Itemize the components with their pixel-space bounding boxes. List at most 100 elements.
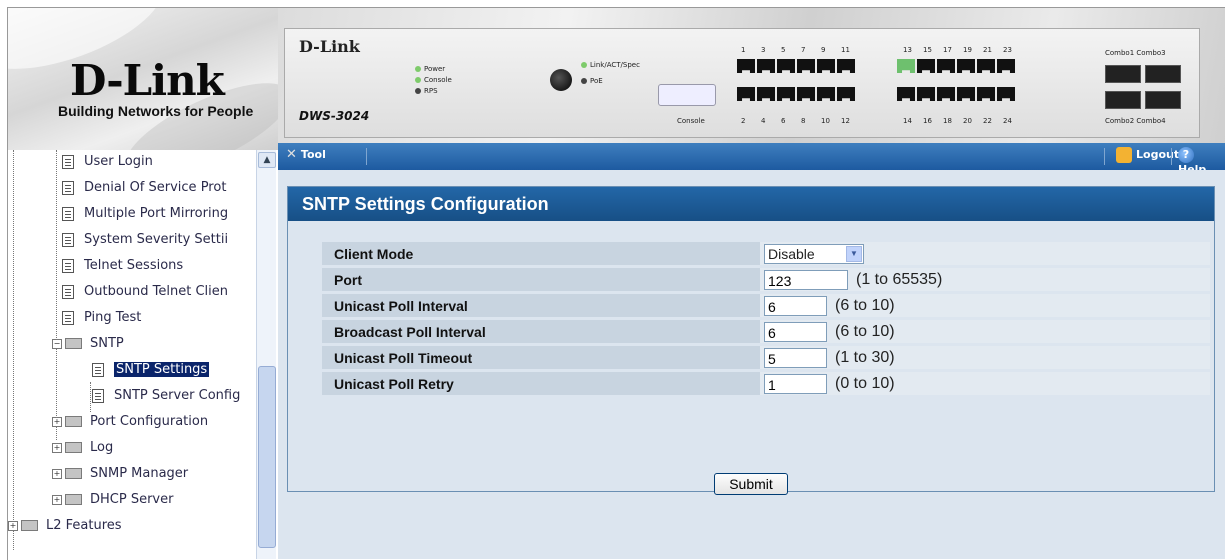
nav-item-label: System Severity Settii xyxy=(84,232,229,247)
port-number: 17 xyxy=(943,46,952,54)
unicast-poll-retry-row: Unicast Poll Retry 1 (0 to 10) xyxy=(322,372,1210,395)
unicast-poll-interval-label: Unicast Poll Interval xyxy=(322,294,760,317)
unicast-poll-interval-range: (6 to 10) xyxy=(835,296,895,314)
port-number: 23 xyxy=(1003,46,1012,54)
port-number: 5 xyxy=(781,46,786,54)
port-input[interactable]: 123 xyxy=(764,269,848,290)
client-mode-value: Disable xyxy=(768,245,815,262)
port-number: 20 xyxy=(963,117,972,125)
folder-icon xyxy=(65,416,82,427)
client-mode-label: Client Mode xyxy=(322,242,760,265)
nav-item-label: DHCP Server xyxy=(90,492,174,507)
logout-button[interactable]: Logout xyxy=(1116,147,1179,163)
unicast-poll-timeout-label: Unicast Poll Timeout xyxy=(322,346,760,369)
panel-title: SNTP Settings Configuration xyxy=(288,187,1214,221)
nav-item-label: SNTP Settings xyxy=(114,362,210,377)
nav-item-log[interactable]: + Log xyxy=(52,438,113,458)
nav-item-l2-features[interactable]: + L2 Features xyxy=(8,516,122,536)
nav-scrollbar[interactable]: ▲ xyxy=(256,150,276,559)
nav-item-snmp-manager[interactable]: + SNMP Manager xyxy=(52,464,188,484)
port-number: 22 xyxy=(983,117,992,125)
page-icon xyxy=(62,310,74,325)
toolbar-divider xyxy=(1104,148,1105,165)
tool-menu-button[interactable]: ✕ Tool xyxy=(286,147,326,162)
nav-item-label: Multiple Port Mirroring xyxy=(84,206,229,221)
unicast-poll-interval-input[interactable]: 6 xyxy=(764,295,827,316)
combo-port-1 xyxy=(1105,65,1141,83)
nav-item-system-severity-settii[interactable]: System Severity Settii xyxy=(62,230,228,250)
port-number: 9 xyxy=(821,46,826,54)
brand-tagline: Building Networks for People xyxy=(58,103,254,119)
nav-item-label: Telnet Sessions xyxy=(84,258,184,273)
nav-item-label: Log xyxy=(90,440,114,455)
unicast-poll-timeout-row: Unicast Poll Timeout 5 (1 to 30) xyxy=(322,346,1210,369)
nav-item-user-login[interactable]: User Login xyxy=(62,152,153,172)
nav-item-sntp-settings[interactable]: SNTP Settings xyxy=(92,360,210,380)
port-number: 7 xyxy=(801,46,806,54)
folder-icon xyxy=(65,494,82,505)
unicast-poll-retry-label: Unicast Poll Retry xyxy=(322,372,760,395)
port-number: 1 xyxy=(741,46,746,54)
page-icon xyxy=(62,180,74,195)
submit-button[interactable]: Submit xyxy=(714,473,788,495)
unicast-poll-retry-input[interactable]: 1 xyxy=(764,373,827,394)
nav-item-label: Ping Test xyxy=(84,310,142,325)
client-mode-row: Client Mode Disable ▼ xyxy=(322,242,1210,265)
link-led: Link/ACT/Spec xyxy=(581,61,640,69)
nav-item-sntp[interactable]: − SNTP xyxy=(52,334,124,354)
folder-icon xyxy=(65,442,82,453)
broadcast-poll-interval-range: (6 to 10) xyxy=(835,322,895,340)
nav-item-label: SNTP xyxy=(90,336,124,351)
port-label: Port xyxy=(322,268,760,291)
nav-item-label: SNTP Server Config xyxy=(114,388,241,403)
ports-bottom-left xyxy=(737,87,855,101)
collapse-icon[interactable]: − xyxy=(52,338,62,349)
rps-led: RPS xyxy=(415,87,438,95)
console-label: Console xyxy=(677,117,705,125)
expand-icon[interactable]: + xyxy=(8,520,18,531)
combo-label-bottom: Combo2 Combo4 xyxy=(1105,117,1166,125)
ports-top-left xyxy=(737,59,855,73)
client-mode-select[interactable]: Disable ▼ xyxy=(764,243,864,264)
scroll-thumb[interactable] xyxy=(258,366,276,548)
settings-table: Client Mode Disable ▼ Port 123 (1 to 65535… xyxy=(322,239,1210,398)
expand-icon[interactable]: + xyxy=(52,442,62,453)
brand-name: D-Link xyxy=(70,56,225,105)
port-number: 8 xyxy=(801,117,806,125)
nav-item-telnet-sessions[interactable]: Telnet Sessions xyxy=(62,256,183,276)
port-number: 18 xyxy=(943,117,952,125)
logout-icon xyxy=(1116,147,1132,163)
broadcast-poll-interval-input[interactable]: 6 xyxy=(764,321,827,342)
port-number: 15 xyxy=(923,46,932,54)
expand-icon[interactable]: + xyxy=(52,494,62,505)
expand-icon[interactable]: + xyxy=(52,416,62,427)
nav-item-sntp-server-config[interactable]: SNTP Server Config xyxy=(92,386,240,406)
port-number: 2 xyxy=(741,117,746,125)
nav-item-label: Port Configuration xyxy=(90,414,209,429)
chevron-down-icon[interactable]: ▼ xyxy=(846,245,862,262)
scroll-up-arrow-icon[interactable]: ▲ xyxy=(258,152,276,168)
ports-top-right xyxy=(897,59,1015,73)
expand-icon[interactable]: + xyxy=(52,468,62,479)
help-icon: ? xyxy=(1178,147,1194,163)
port-number: 10 xyxy=(821,117,830,125)
console-port-icon xyxy=(658,84,716,106)
unicast-poll-interval-row: Unicast Poll Interval 6 (6 to 10) xyxy=(322,294,1210,317)
unicast-poll-timeout-input[interactable]: 5 xyxy=(764,347,827,368)
port-number: 4 xyxy=(761,117,766,125)
unicast-poll-retry-range: (0 to 10) xyxy=(835,374,895,392)
nav-item-denial-of-service-prot[interactable]: Denial Of Service Prot xyxy=(62,178,226,198)
nav-item-multiple-port-mirroring[interactable]: Multiple Port Mirroring xyxy=(62,204,228,224)
nav-item-ping-test[interactable]: Ping Test xyxy=(62,308,141,328)
device-logo: D-Link xyxy=(299,37,360,56)
nav-item-outbound-telnet-clien[interactable]: Outbound Telnet Clien xyxy=(62,282,228,302)
nav-item-dhcp-server[interactable]: + DHCP Server xyxy=(52,490,173,510)
folder-icon xyxy=(21,520,38,531)
nav-item-port-configuration[interactable]: + Port Configuration xyxy=(52,412,208,432)
sntp-settings-panel: SNTP Settings Configuration Client Mode … xyxy=(287,186,1215,495)
switch-front-view: D-Link DWS-3024 Power Console RPS Link/A… xyxy=(284,28,1200,138)
power-led: Power xyxy=(415,65,445,73)
port-row: Port 123 (1 to 65535) xyxy=(322,268,1210,291)
broadcast-poll-interval-row: Broadcast Poll Interval 6 (6 to 10) xyxy=(322,320,1210,343)
main-content: SNTP Settings Configuration Client Mode … xyxy=(278,170,1225,559)
